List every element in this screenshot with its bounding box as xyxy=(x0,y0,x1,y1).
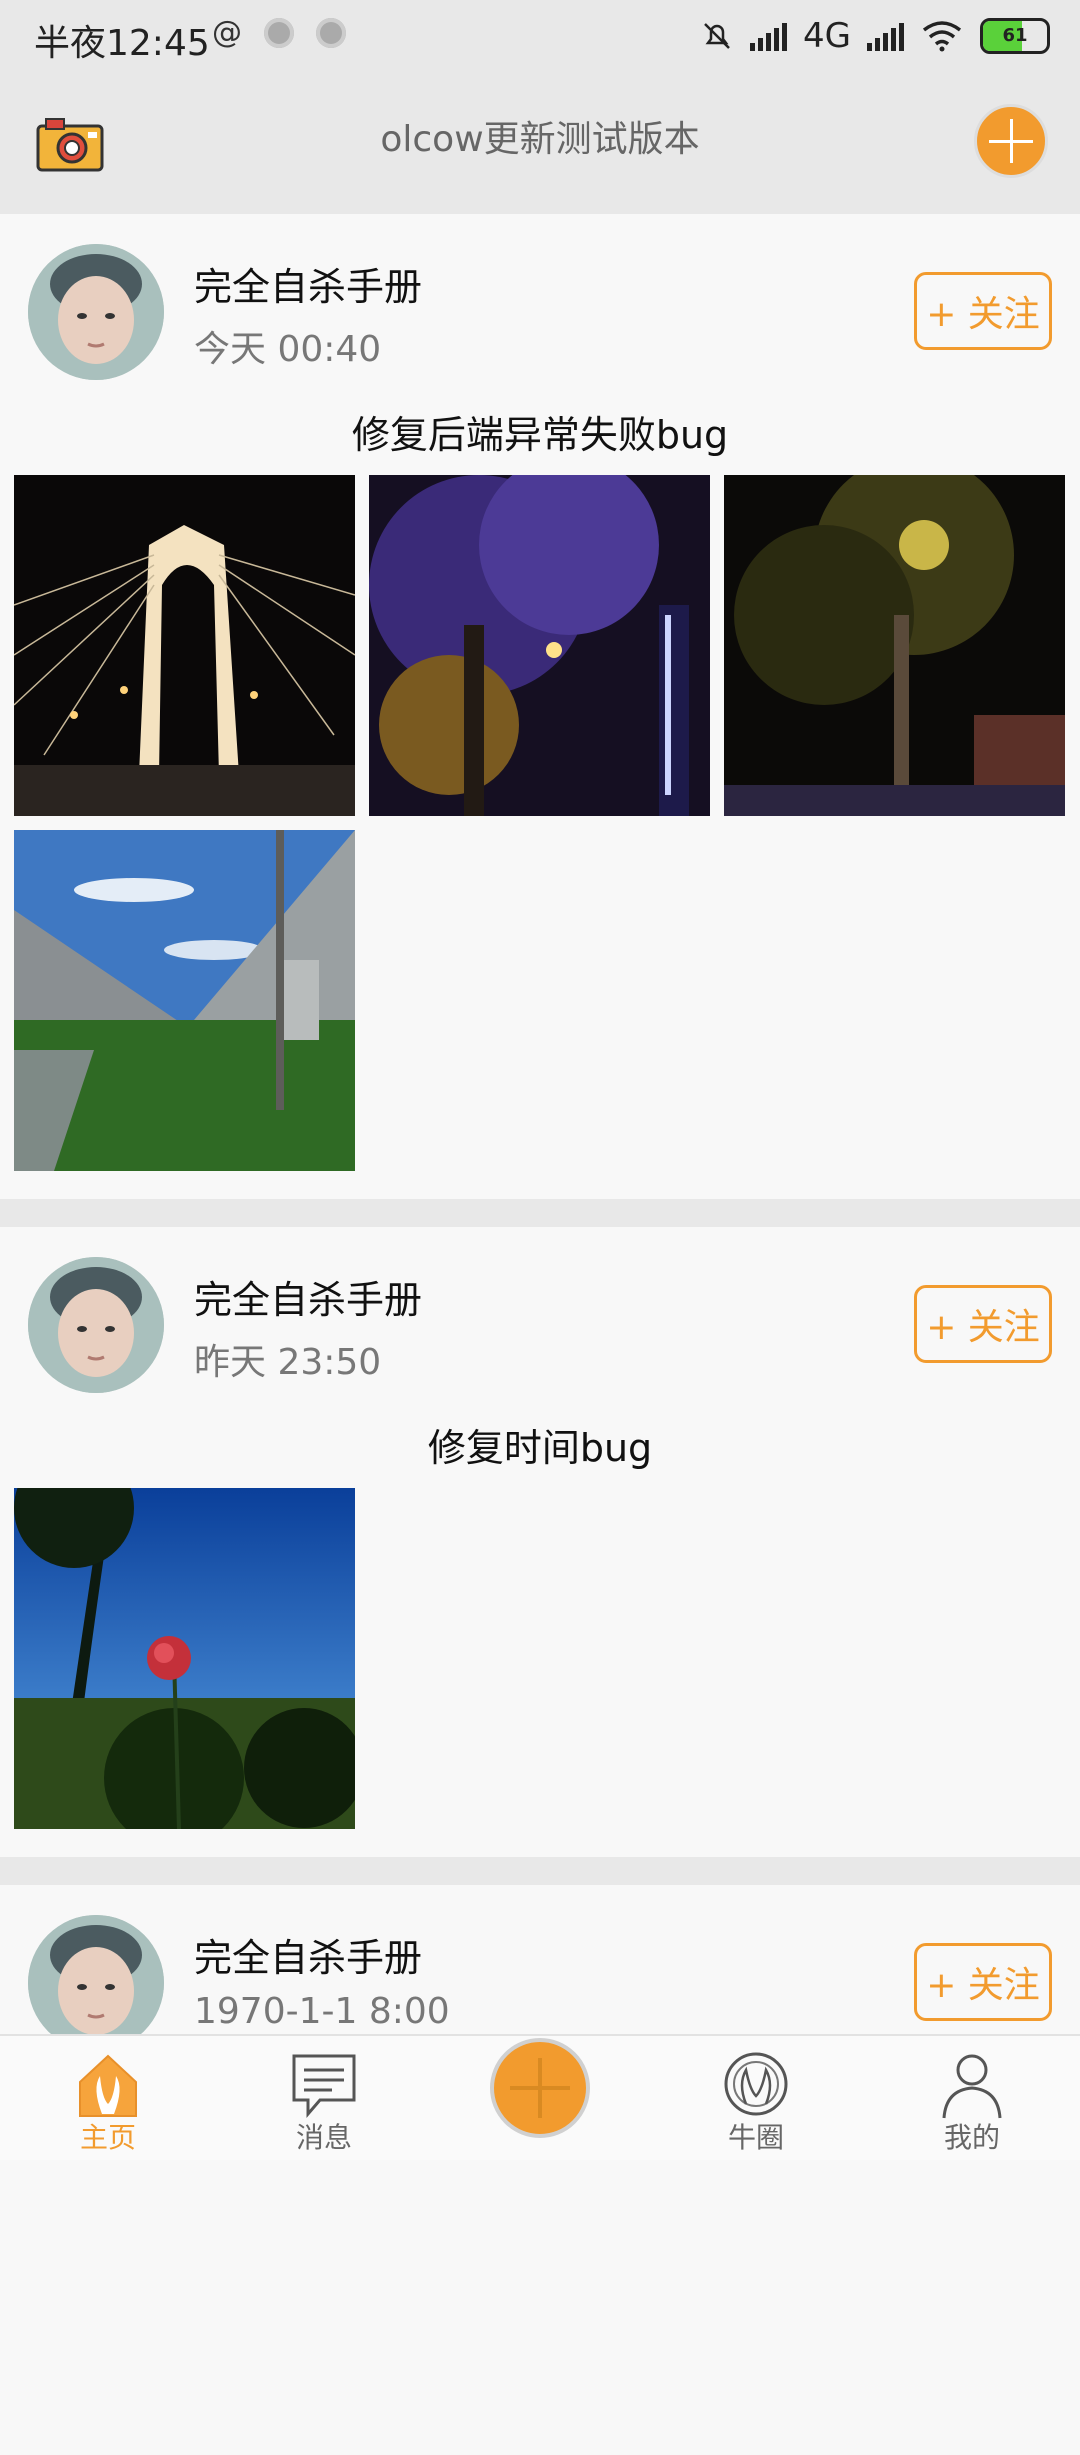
add-post-button[interactable] xyxy=(974,104,1048,178)
avatar[interactable] xyxy=(28,244,164,380)
nav-label: 我的 xyxy=(943,2121,1000,2154)
app-header: olcow更新测试版本 xyxy=(0,80,1080,214)
status-bar: 半夜12:45 @ 4G 61 xyxy=(0,0,1080,80)
flower-sky-photo[interactable] xyxy=(14,1488,355,1829)
bridge-night-photo[interactable] xyxy=(14,475,355,816)
tree-night-photo[interactable] xyxy=(369,475,710,816)
child-portrait-avatar xyxy=(28,1915,164,2051)
photo-grid xyxy=(0,1488,1080,1857)
app-notification-icon: @ xyxy=(212,15,242,50)
battery-icon: 61 xyxy=(980,18,1050,54)
network-type: 4G xyxy=(803,16,851,56)
post-time: 1970-1-1 8:00 xyxy=(194,1991,450,2032)
page-title: olcow更新测试版本 xyxy=(380,119,700,160)
publish-button[interactable] xyxy=(490,2038,590,2138)
circle-icon xyxy=(724,2052,788,2116)
follow-button[interactable]: + 关注 xyxy=(914,272,1052,350)
post-text: 修复时间bug xyxy=(427,1426,653,1470)
post-text: 修复后端异常失败bug xyxy=(351,413,729,457)
status-time: 半夜12:45 xyxy=(34,23,210,64)
feed-post: 完全自杀手册 昨天 23:50 + 关注 修复时间bug xyxy=(0,1227,1080,1857)
user-icon xyxy=(942,2054,1002,2119)
nav-label: 牛圈 xyxy=(727,2121,784,2154)
nav-publish[interactable] xyxy=(432,2036,648,2160)
avatar[interactable] xyxy=(28,1257,164,1393)
notification-dot-icon xyxy=(316,18,346,48)
nav-label: 主页 xyxy=(79,2121,136,2154)
child-portrait-avatar xyxy=(28,244,164,380)
nav-circle[interactable]: 牛圈 xyxy=(648,2036,864,2160)
home-icon xyxy=(79,2054,137,2117)
message-icon xyxy=(292,2054,356,2119)
nav-messages[interactable]: 消息 xyxy=(216,2036,432,2160)
post-time: 今天 00:40 xyxy=(194,329,382,370)
child-portrait-avatar xyxy=(28,1257,164,1393)
follow-button[interactable]: + 关注 xyxy=(914,1285,1052,1363)
photo-grid xyxy=(0,475,1080,1199)
author-name[interactable]: 完全自杀手册 xyxy=(194,256,422,311)
signal-icon xyxy=(867,21,904,51)
railway-viaduct-photo[interactable] xyxy=(14,830,355,1171)
notification-dot-icon xyxy=(264,18,294,48)
mute-bell-icon xyxy=(704,23,730,49)
author-name[interactable]: 完全自杀手册 xyxy=(194,1927,422,1982)
signal-icon xyxy=(750,21,788,51)
avatar[interactable] xyxy=(28,1915,164,2051)
bottom-nav: 主页 消息 牛圈 我的 xyxy=(0,2034,1080,2160)
post-time: 昨天 23:50 xyxy=(194,1342,382,1383)
battery-level: 61 xyxy=(1002,25,1028,46)
nav-home[interactable]: 主页 xyxy=(0,2036,216,2160)
feed-post: 完全自杀手册 1970-1-1 8:00 + 关注 xyxy=(0,1885,1080,2455)
wifi-icon xyxy=(922,21,962,52)
nav-mine[interactable]: 我的 xyxy=(864,2036,1080,2160)
feed-post: 完全自杀手册 今天 00:40 + 关注 修复后端异常失败bug xyxy=(0,214,1080,1199)
nav-label: 消息 xyxy=(295,2121,352,2154)
follow-button[interactable]: + 关注 xyxy=(914,1943,1052,2021)
author-name[interactable]: 完全自杀手册 xyxy=(194,1269,422,1324)
street-night-photo[interactable] xyxy=(724,475,1065,816)
